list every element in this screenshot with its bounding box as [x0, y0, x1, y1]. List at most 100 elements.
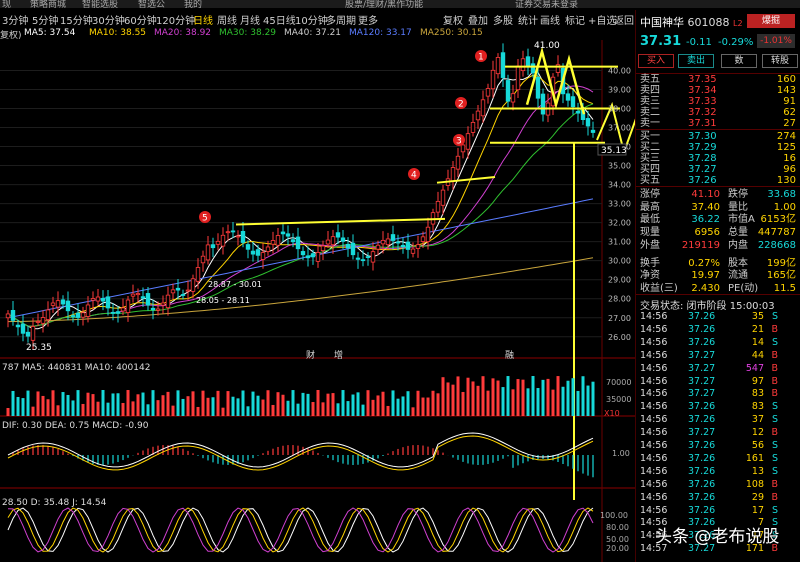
volume-bar — [111, 393, 115, 416]
menu-item[interactable]: 策略商城 — [30, 0, 66, 8]
period-weekly[interactable]: 周线 — [217, 12, 237, 27]
tick-time: 14:56 — [640, 401, 668, 413]
tick-volume: 17 — [751, 504, 764, 516]
volume-bar — [346, 401, 350, 416]
current-price-text: 35.13 — [601, 146, 627, 156]
stat-row: 最高 37.40 量比 1.00 — [640, 202, 796, 214]
tool-multistock[interactable]: 多股 — [493, 12, 513, 27]
candle-body — [70, 315, 76, 317]
volume-bar — [276, 392, 280, 416]
dif-line — [7, 432, 594, 468]
tool-back[interactable]: 返回 — [614, 12, 634, 27]
volume-bar — [206, 397, 210, 416]
candle-body — [60, 299, 66, 305]
stat-value: 19.97 — [691, 270, 720, 282]
volume-bar — [581, 376, 585, 416]
period-30min[interactable]: 30分钟 — [92, 12, 125, 27]
vol-axis-label: 70000 — [606, 378, 631, 387]
menu-item[interactable]: 智能选股 — [82, 0, 118, 8]
period-monthly[interactable]: 月线 — [240, 12, 260, 27]
transfer-button[interactable]: 转股 — [762, 54, 798, 68]
tool-overlay[interactable]: 叠加 — [468, 12, 488, 27]
menu-item[interactable]: 我的 — [184, 0, 202, 8]
order-price: 37.35 — [688, 74, 717, 85]
period-3min[interactable]: 3分钟 — [2, 12, 28, 27]
volume-bar — [541, 379, 545, 416]
ma-line — [7, 70, 594, 330]
kline-chart[interactable]: 12345 40.0039.0038.0037.0036.0035.0034.0… — [0, 40, 635, 562]
tool-fuquan[interactable]: 复权 — [443, 12, 463, 27]
tick-row: 14:56 37.27 12 B — [640, 427, 796, 438]
tick-row: 14:56 37.26 83 S — [640, 401, 796, 412]
price-tick-label: 27.00 — [608, 314, 631, 323]
order-book-row: 卖二 37.32 62 — [640, 107, 796, 118]
period-15min[interactable]: 15分钟 — [60, 12, 93, 27]
volume-bar — [301, 392, 305, 416]
volume-bar — [396, 398, 400, 416]
candle-body — [590, 129, 596, 133]
tick-time: 14:56 — [640, 491, 668, 503]
volume-bar — [156, 400, 160, 416]
tool-add-watchlist[interactable]: +自选 — [588, 12, 616, 27]
price-tick-label: 34.00 — [608, 181, 631, 190]
vol-header: 787 MA5: 440831 MA10: 400142 — [2, 363, 150, 373]
stat-value: 41.10 — [691, 189, 720, 200]
tool-mark[interactable]: 标记 — [565, 12, 585, 27]
step-marker-label: 1 — [478, 53, 484, 63]
trade-status[interactable]: 证券交易未登录 — [515, 0, 578, 8]
volume-bar — [16, 396, 20, 416]
candle-body — [570, 96, 576, 108]
volume-panel — [6, 376, 595, 416]
candle-body — [390, 234, 396, 241]
tick-price: 37.26 — [688, 452, 716, 464]
order-volume: 125 — [776, 142, 796, 153]
volume-bar — [256, 395, 260, 416]
volume-bar — [546, 378, 550, 416]
period-10min[interactable]: 10分钟 — [295, 12, 328, 27]
price-tick-label: 37.00 — [608, 124, 631, 133]
order-label: 买二 — [640, 142, 660, 153]
tick-volume: 97 — [751, 375, 764, 387]
buy-button[interactable]: 买入 — [638, 54, 674, 68]
menu-item[interactable]: 现 — [2, 0, 11, 8]
period-60min[interactable]: 60分钟 — [124, 12, 157, 27]
period-more[interactable]: 更多 — [358, 12, 378, 27]
volume-bar — [241, 390, 245, 416]
candle-body — [440, 189, 446, 206]
candle-body — [105, 296, 111, 309]
candle-body — [435, 200, 441, 213]
tick-row: 14:56 37.26 21 B — [640, 324, 796, 335]
data-button[interactable]: 数 — [721, 54, 757, 68]
price-tick-label: 28.00 — [608, 295, 631, 304]
period-45day[interactable]: 45日线 — [263, 12, 296, 27]
period-120min[interactable]: 120分钟 — [156, 12, 195, 27]
event-label: 融 — [505, 350, 514, 361]
period-5min[interactable]: 5分钟 — [32, 12, 58, 27]
tool-draw[interactable]: 画线 — [540, 12, 560, 27]
trend-line — [436, 175, 496, 184]
period-daily[interactable]: 日线 — [193, 12, 213, 27]
menu-item[interactable]: 智选公 — [138, 0, 165, 8]
candle-body — [380, 239, 386, 245]
sell-button[interactable]: 卖出 — [678, 54, 714, 68]
volume-bar — [306, 393, 310, 416]
kdj-axis-label: 20.00 — [606, 544, 629, 553]
candle-body — [540, 93, 546, 115]
info-button[interactable]: 爆掘 — [747, 14, 795, 28]
tick-volume: 12 — [751, 427, 764, 439]
search-box[interactable]: 股票/理财/黑作功能 — [345, 0, 423, 8]
stat-label: 股本 — [728, 257, 748, 269]
tick-time: 14:56 — [640, 375, 668, 387]
stat-label: 涨停 — [640, 189, 660, 200]
volume-bar — [561, 386, 565, 416]
stat-value: 36.22 — [691, 214, 720, 226]
candle-body — [20, 323, 26, 334]
range-label: 28.05 - 28.11 — [196, 296, 250, 305]
tick-direction: B — [771, 362, 778, 374]
volume-bar — [466, 377, 470, 416]
order-price: 37.33 — [688, 96, 717, 107]
period-multi[interactable]: 多周期 — [326, 12, 356, 27]
candle-body — [425, 226, 431, 242]
tool-stats[interactable]: 统计 — [518, 12, 538, 27]
tick-row: 14:56 37.26 56 S — [640, 440, 796, 451]
